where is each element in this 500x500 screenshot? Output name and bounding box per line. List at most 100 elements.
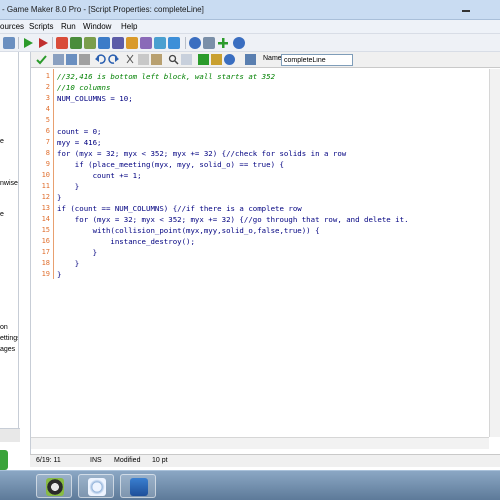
code-line[interactable]: } (57, 259, 79, 268)
ok-check-icon[interactable] (36, 54, 47, 65)
vertical-scrollbar[interactable] (489, 69, 500, 437)
line-number: 8 (45, 149, 50, 157)
code-line[interactable]: for (myx = 32; myx < 352; myx += 32) {//… (57, 215, 409, 224)
copy-icon[interactable] (138, 54, 149, 65)
paste-icon[interactable] (151, 54, 162, 65)
add-background-icon[interactable] (84, 37, 96, 49)
code-line[interactable]: with(collision_point(myx,myy,solid_o,fal… (57, 226, 320, 235)
start-button[interactable] (0, 450, 8, 470)
line-number: 18 (41, 259, 50, 267)
monitor-icon (130, 478, 148, 496)
line-number: 15 (41, 226, 50, 234)
help-icon[interactable] (233, 37, 245, 49)
title-bar: - Game Maker 8.0 Pro - [Script Propertie… (0, 0, 500, 20)
minimize-button[interactable] (460, 4, 472, 14)
game-info-icon[interactable] (189, 37, 201, 49)
cursor-position: 6/19: 11 (36, 457, 61, 464)
script-editor: Name: 1 2 3 4 5 6 7 8 9 10 11 12 13 14 1… (30, 52, 500, 454)
code-line[interactable]: if (count == NUM_COLUMNS) {//if there is… (57, 204, 302, 213)
find-icon[interactable] (168, 54, 179, 65)
code-line[interactable]: } (57, 270, 61, 279)
code-line[interactable]: if (place_meeting(myx, myy, solid_o) == … (57, 160, 284, 169)
spinner-icon (88, 478, 106, 496)
color-scheme-icon[interactable] (211, 54, 222, 65)
tree-item[interactable]: e (0, 138, 4, 145)
line-number: 3 (45, 94, 50, 102)
code-line[interactable]: count = 0; (57, 127, 102, 136)
modified-status: Modified (114, 457, 141, 464)
line-number: 2 (45, 83, 50, 91)
line-number: 11 (41, 182, 50, 190)
taskbar-game-maker[interactable] (36, 474, 72, 498)
code-line[interactable]: } (57, 182, 79, 191)
fold-margin (53, 69, 54, 279)
resource-tree[interactable]: e nwise e on ettings ages (0, 52, 19, 428)
add-font-icon[interactable] (126, 37, 138, 49)
code-line[interactable]: //32,416 is bottom left block, wall star… (57, 72, 275, 81)
add-object-icon[interactable] (154, 37, 166, 49)
code-line[interactable]: myy = 416; (57, 138, 102, 147)
save-icon[interactable] (66, 54, 77, 65)
tree-item[interactable]: ages (0, 346, 15, 353)
code-line[interactable]: count += 1; (57, 171, 142, 180)
taskbar-app[interactable] (78, 474, 114, 498)
check-syntax-icon[interactable] (198, 54, 209, 65)
code-line[interactable]: instance_destroy(); (57, 237, 195, 246)
global-settings-icon[interactable] (203, 37, 215, 49)
extensions-icon[interactable] (217, 37, 229, 49)
print-icon[interactable] (79, 54, 90, 65)
redo-icon[interactable] (108, 54, 119, 65)
line-number: 6 (45, 127, 50, 135)
add-timeline-icon[interactable] (140, 37, 152, 49)
menu-bar: ources Scripts Run Window Help (0, 20, 500, 34)
line-number: 7 (45, 138, 50, 146)
editor-help-icon[interactable] (224, 54, 235, 65)
line-number: 12 (41, 193, 50, 201)
script-name-field[interactable] (281, 54, 353, 66)
horizontal-scrollbar[interactable] (31, 437, 489, 449)
tree-item[interactable]: e (0, 211, 4, 218)
line-number: 4 (45, 105, 50, 113)
cut-icon[interactable] (125, 54, 136, 65)
tree-item[interactable]: nwise (0, 180, 18, 187)
add-path-icon[interactable] (98, 37, 110, 49)
add-sound-icon[interactable] (70, 37, 82, 49)
code-line[interactable]: for (myx = 32; myx < 352; myx += 32) {//… (57, 149, 346, 158)
add-sprite-icon[interactable] (56, 37, 68, 49)
add-script-icon[interactable] (112, 37, 124, 49)
menu-run[interactable]: Run (61, 22, 76, 31)
add-room-icon[interactable] (168, 37, 180, 49)
undo-icon[interactable] (95, 54, 106, 65)
run-debug-icon[interactable] (37, 37, 49, 49)
line-number: 10 (41, 171, 50, 179)
line-number: 14 (41, 215, 50, 223)
insert-mode: INS (90, 457, 102, 464)
resource-tree-scrollbar[interactable] (0, 428, 20, 442)
save-icon[interactable] (3, 37, 15, 49)
line-number: 17 (41, 248, 50, 256)
tree-item[interactable]: on (0, 324, 8, 331)
code-line[interactable]: NUM_COLUMNS = 10; (57, 94, 133, 103)
script-icon (245, 54, 256, 65)
menu-scripts[interactable]: Scripts (29, 22, 53, 31)
code-line[interactable]: //10 columns (57, 83, 110, 92)
code-area[interactable]: 1 2 3 4 5 6 7 8 9 10 11 12 13 14 15 16 1… (31, 69, 489, 437)
line-number: 16 (41, 237, 50, 245)
menu-resources[interactable]: ources (0, 22, 24, 31)
font-size-status: 10 pt (152, 457, 168, 464)
run-icon[interactable] (22, 37, 34, 49)
main-toolbar (0, 34, 500, 52)
code-line[interactable]: } (57, 248, 97, 257)
taskbar (0, 470, 500, 500)
menu-help[interactable]: Help (121, 22, 137, 31)
toolbar-separator (52, 37, 53, 49)
menu-window[interactable]: Window (83, 22, 111, 31)
replace-icon[interactable] (181, 54, 192, 65)
toolbar-separator (18, 37, 19, 49)
gear-icon (46, 478, 64, 496)
tree-item[interactable]: ettings (0, 335, 18, 342)
load-icon[interactable] (53, 54, 64, 65)
code-line[interactable]: } (57, 193, 61, 202)
taskbar-app[interactable] (120, 474, 156, 498)
line-number: 19 (41, 270, 50, 278)
